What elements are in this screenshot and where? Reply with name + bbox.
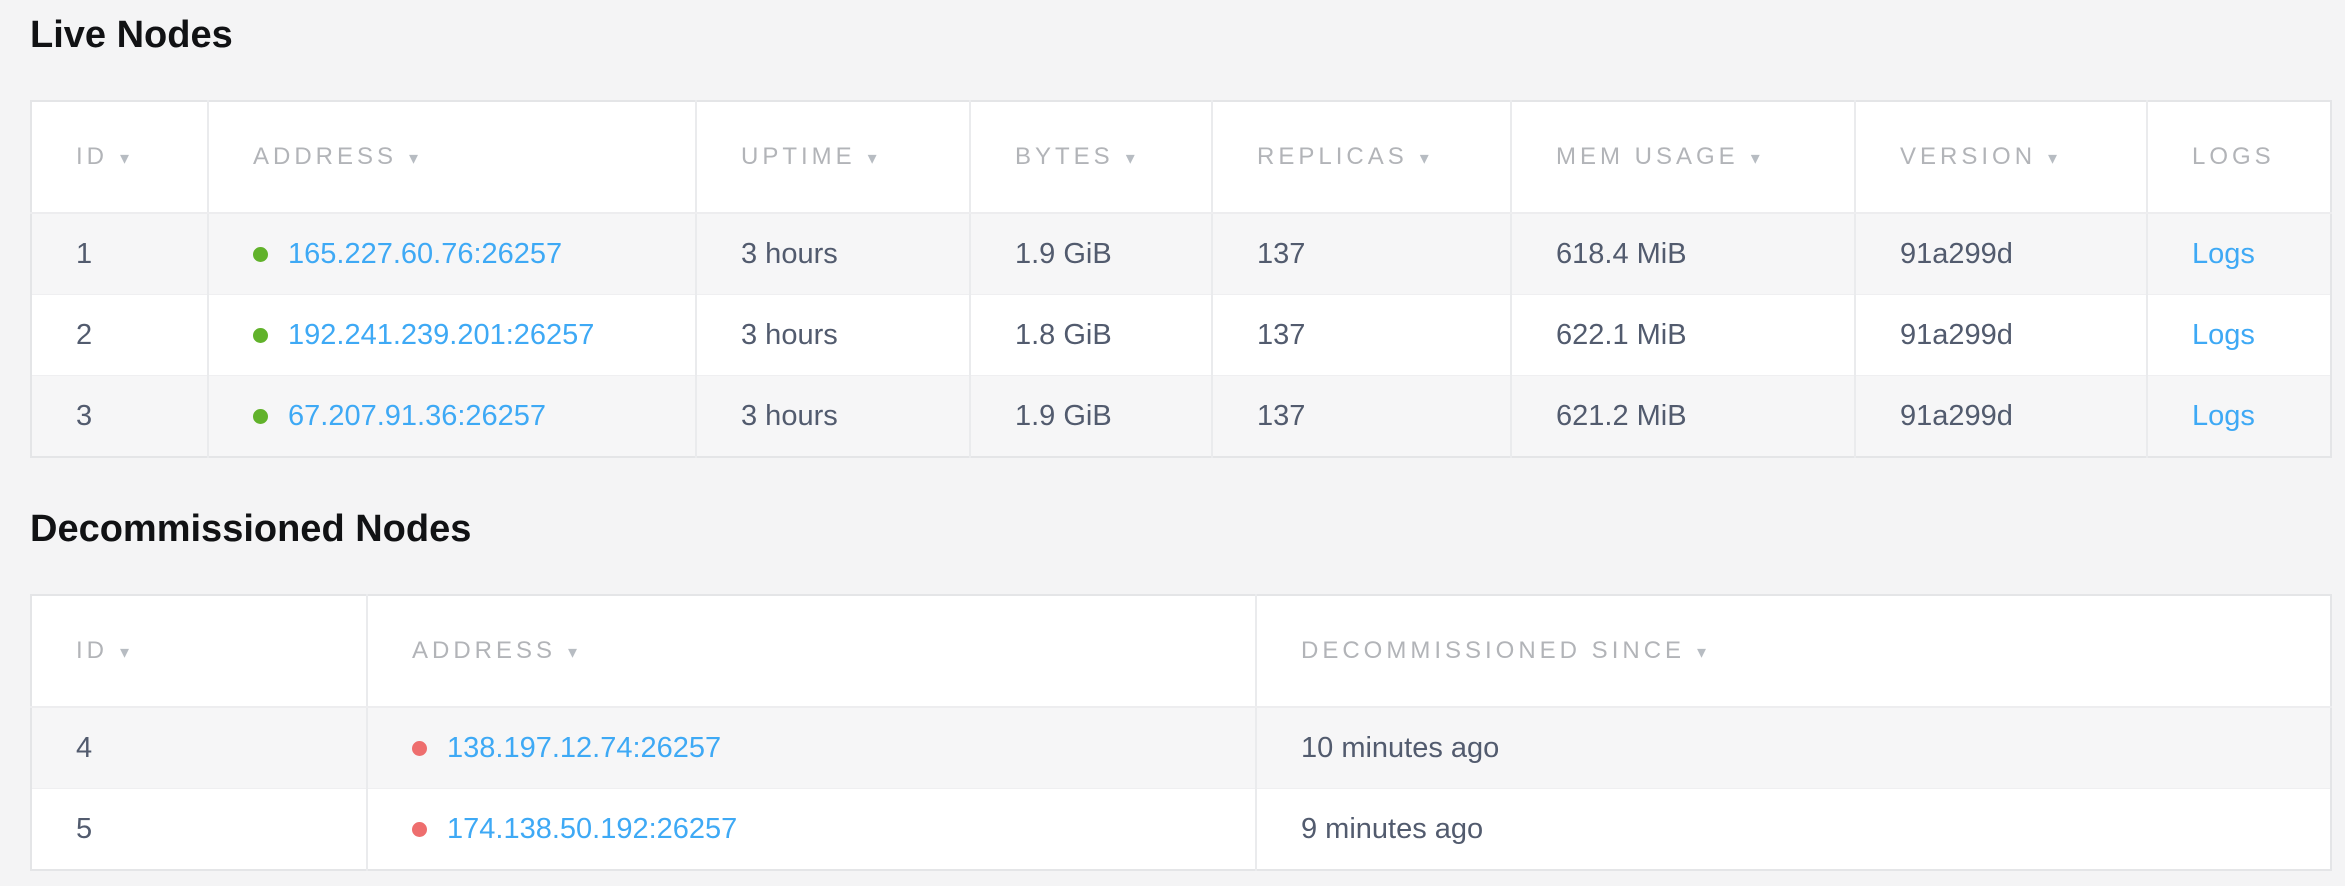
column-header-label: LOGS: [2192, 143, 2275, 170]
node-bytes-cell: 1.8 GiB: [970, 295, 1212, 376]
column-header-address[interactable]: ADDRESS ▾: [367, 595, 1256, 707]
live-nodes-table: ID ▾ ADDRESS ▾ UPTIME ▾ BYTES ▾ REPLICAS ▾ ME…: [30, 100, 2332, 458]
sort-arrow-icon: ▾: [120, 642, 129, 662]
node-address-cell: 138.197.12.74:26257: [367, 707, 1256, 789]
sort-arrow-icon: ▾: [1420, 148, 1429, 168]
column-header-label: BYTES: [1015, 143, 1114, 170]
node-id-cell: 3: [31, 376, 208, 458]
sort-arrow-icon: ▾: [2048, 148, 2057, 168]
column-header-label: ID: [76, 637, 108, 664]
node-id-cell: 4: [31, 707, 367, 789]
decommissioned-status-icon: [412, 741, 427, 756]
node-address-cell: 165.227.60.76:26257: [208, 213, 696, 295]
table-row: 4 138.197.12.74:26257 10 minutes ago: [31, 707, 2331, 789]
node-uptime-cell: 3 hours: [696, 213, 970, 295]
node-address-cell: 192.241.239.201:26257: [208, 295, 696, 376]
column-header-label: VERSION: [1900, 143, 2036, 170]
column-header-label: UPTIME: [741, 143, 856, 170]
column-header-mem-usage[interactable]: MEM USAGE ▾: [1511, 101, 1855, 213]
node-uptime-cell: 3 hours: [696, 376, 970, 458]
table-row: 3 67.207.91.36:26257 3 hours 1.9 GiB 137…: [31, 376, 2331, 458]
sort-arrow-icon: ▾: [120, 148, 129, 168]
node-id-cell: 1: [31, 213, 208, 295]
column-header-id[interactable]: ID ▾: [31, 101, 208, 213]
live-status-icon: [253, 247, 268, 262]
column-header-address[interactable]: ADDRESS ▾: [208, 101, 696, 213]
live-status-icon: [253, 328, 268, 343]
decommissioned-nodes-title: Decommissioned Nodes: [30, 506, 2330, 552]
column-header-label: DECOMMISSIONED SINCE: [1301, 637, 1685, 664]
node-mem-usage-cell: 621.2 MiB: [1511, 376, 1855, 458]
live-status-icon: [253, 409, 268, 424]
node-id-cell: 2: [31, 295, 208, 376]
node-logs-cell: Logs: [2147, 295, 2331, 376]
column-header-label: MEM USAGE: [1556, 143, 1739, 170]
column-header-id[interactable]: ID ▾: [31, 595, 367, 707]
node-address-link[interactable]: 192.241.239.201:26257: [288, 319, 594, 352]
node-address-cell: 174.138.50.192:26257: [367, 789, 1256, 871]
column-header-label: REPLICAS: [1257, 143, 1408, 170]
node-logs-cell: Logs: [2147, 213, 2331, 295]
sort-arrow-icon: ▾: [568, 642, 577, 662]
node-mem-usage-cell: 622.1 MiB: [1511, 295, 1855, 376]
logs-link[interactable]: Logs: [2192, 238, 2255, 270]
sort-arrow-icon: ▾: [1751, 148, 1760, 168]
decommissioned-nodes-header-row: ID ▾ ADDRESS ▾ DECOMMISSIONED SINCE ▾: [31, 595, 2331, 707]
node-address-link[interactable]: 165.227.60.76:26257: [288, 238, 562, 271]
column-header-version[interactable]: VERSION ▾: [1855, 101, 2147, 213]
live-nodes-section: Live Nodes ID ▾ ADDRESS ▾ UPTIME ▾ BYTES ▾ R…: [30, 12, 2330, 458]
sort-arrow-icon: ▾: [868, 148, 877, 168]
sort-arrow-icon: ▾: [409, 148, 418, 168]
table-row: 2 192.241.239.201:26257 3 hours 1.8 GiB …: [31, 295, 2331, 376]
decommissioned-status-icon: [412, 822, 427, 837]
live-nodes-title: Live Nodes: [30, 12, 2330, 58]
node-version-cell: 91a299d: [1855, 295, 2147, 376]
node-bytes-cell: 1.9 GiB: [970, 376, 1212, 458]
sort-arrow-icon: ▾: [1126, 148, 1135, 168]
column-header-label: ID: [76, 143, 108, 170]
column-header-decommissioned-since[interactable]: DECOMMISSIONED SINCE ▾: [1256, 595, 2331, 707]
decommissioned-since-cell: 9 minutes ago: [1256, 789, 2331, 871]
node-replicas-cell: 137: [1212, 376, 1511, 458]
node-list-page: Live Nodes ID ▾ ADDRESS ▾ UPTIME ▾ BYTES ▾ R…: [0, 0, 2345, 871]
column-header-replicas[interactable]: REPLICAS ▾: [1212, 101, 1511, 213]
node-version-cell: 91a299d: [1855, 376, 2147, 458]
node-uptime-cell: 3 hours: [696, 295, 970, 376]
node-address-link[interactable]: 174.138.50.192:26257: [447, 813, 737, 846]
decommissioned-nodes-section: Decommissioned Nodes ID ▾ ADDRESS ▾ DECOMM…: [30, 506, 2330, 871]
decommissioned-since-cell: 10 minutes ago: [1256, 707, 2331, 789]
column-header-uptime[interactable]: UPTIME ▾: [696, 101, 970, 213]
node-replicas-cell: 137: [1212, 295, 1511, 376]
column-header-label: ADDRESS: [412, 637, 556, 664]
node-replicas-cell: 137: [1212, 213, 1511, 295]
node-mem-usage-cell: 618.4 MiB: [1511, 213, 1855, 295]
column-header-label: ADDRESS: [253, 143, 397, 170]
node-address-link[interactable]: 67.207.91.36:26257: [288, 400, 546, 433]
table-row: 1 165.227.60.76:26257 3 hours 1.9 GiB 13…: [31, 213, 2331, 295]
logs-link[interactable]: Logs: [2192, 319, 2255, 351]
table-row: 5 174.138.50.192:26257 9 minutes ago: [31, 789, 2331, 871]
sort-arrow-icon: ▾: [1697, 642, 1706, 662]
node-logs-cell: Logs: [2147, 376, 2331, 458]
logs-link[interactable]: Logs: [2192, 400, 2255, 432]
decommissioned-nodes-table: ID ▾ ADDRESS ▾ DECOMMISSIONED SINCE ▾ 4 138…: [30, 594, 2332, 871]
node-address-cell: 67.207.91.36:26257: [208, 376, 696, 458]
live-nodes-header-row: ID ▾ ADDRESS ▾ UPTIME ▾ BYTES ▾ REPLICAS ▾ ME…: [31, 101, 2331, 213]
column-header-bytes[interactable]: BYTES ▾: [970, 101, 1212, 213]
node-address-link[interactable]: 138.197.12.74:26257: [447, 732, 721, 765]
node-bytes-cell: 1.9 GiB: [970, 213, 1212, 295]
column-header-logs: LOGS: [2147, 101, 2331, 213]
node-id-cell: 5: [31, 789, 367, 871]
node-version-cell: 91a299d: [1855, 213, 2147, 295]
